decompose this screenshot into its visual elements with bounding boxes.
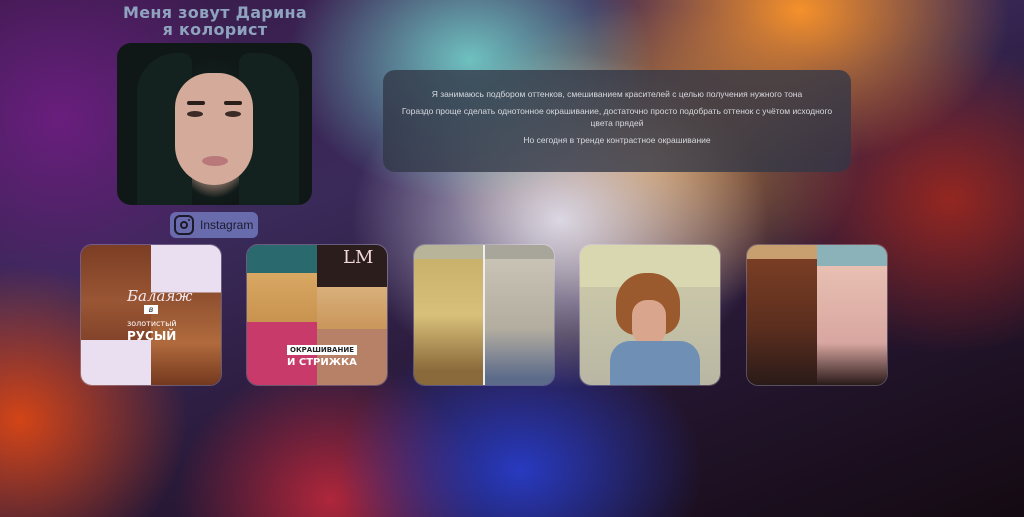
gallery-item-haircut[interactable] [580,245,720,385]
instagram-icon [174,215,194,235]
title-line-2: я колорист [162,20,268,39]
gallery-item-blond[interactable] [414,245,554,385]
balayage-title: Балаяж [127,287,193,305]
logo-monogram: LM [343,247,374,268]
balayage-color: РУСЫЙ [127,329,177,343]
balayage-preposition: в [144,305,158,314]
about-paragraph: Я занимаюсь подбором оттенков, смешивани… [431,89,803,99]
haircut-label: И СТРИЖКА [287,357,357,368]
instagram-button[interactable]: Instagram [170,212,258,238]
gallery-item-highlighting[interactable] [747,245,887,385]
about-paragraph: Гораздо проще сделать однотонное окрашив… [401,106,833,128]
instagram-label: Instagram [200,218,254,232]
about-paragraph: Но сегодня в тренде контрастное окрашива… [523,135,711,145]
page-title: Меня зовут Дарина я колорист [110,4,320,38]
colorist-portrait [117,43,312,205]
about-card: Я занимаюсь подбором оттенков, смешивани… [383,70,851,172]
balayage-shade: золотистый [127,319,177,328]
coloring-label: ОКРАШИВАНИЕ [287,345,357,355]
gallery-item-balayage[interactable]: Балаяж в золотистый РУСЫЙ [81,245,221,385]
title-line-1: Меня зовут Дарина [122,3,308,22]
gallery-item-coloring-haircut[interactable]: LM ОКРАШИВАНИЕ И СТРИЖКА [247,245,387,385]
